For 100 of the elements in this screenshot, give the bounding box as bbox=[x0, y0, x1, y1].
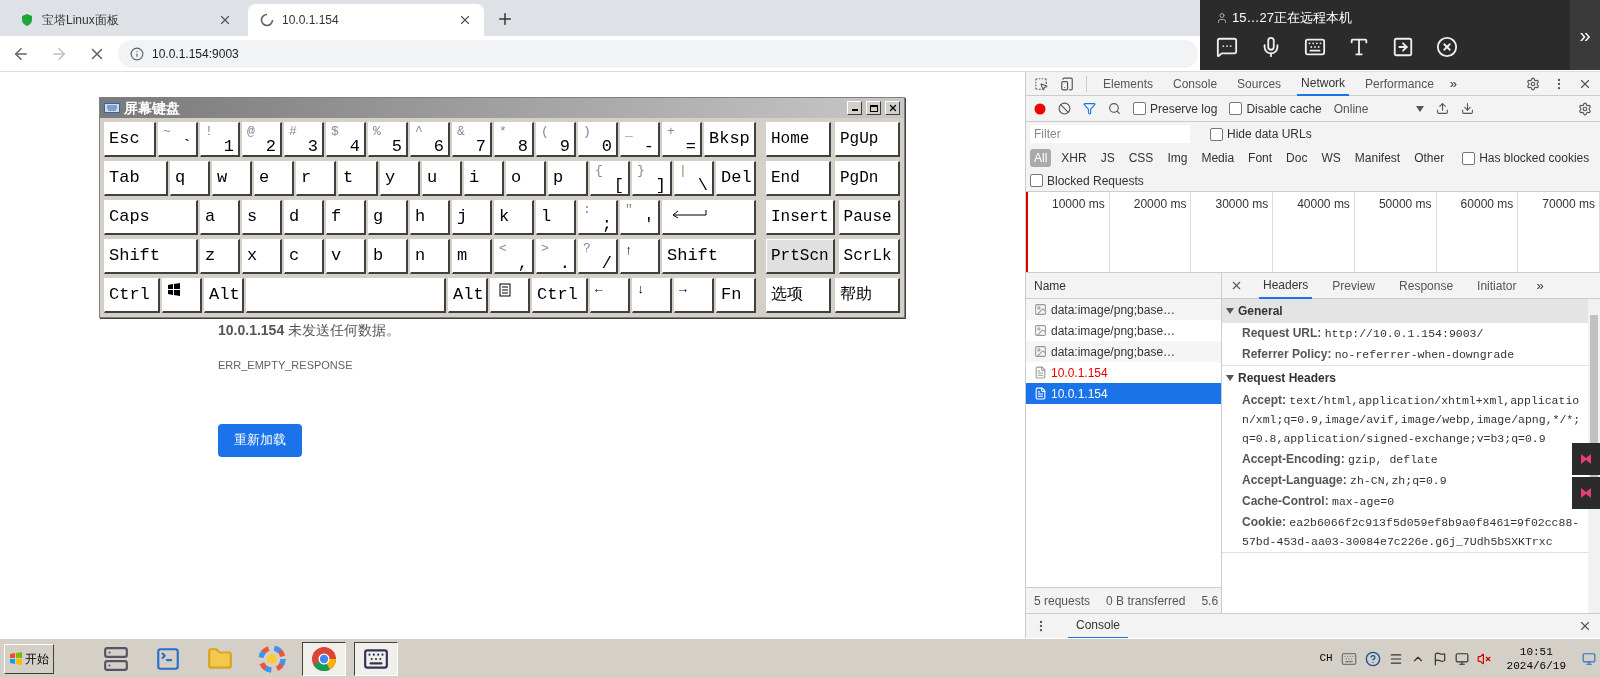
keyboard-key[interactable]: m bbox=[452, 239, 492, 274]
language-indicator[interactable]: CH bbox=[1319, 650, 1333, 667]
search-icon[interactable] bbox=[1108, 102, 1121, 115]
detail-tab[interactable]: Preview bbox=[1328, 272, 1380, 299]
keyboard-key[interactable]: c bbox=[284, 239, 324, 274]
keyboard-key[interactable]: ~ ` bbox=[158, 122, 198, 157]
keyboard-key[interactable]: i bbox=[464, 161, 504, 196]
keyboard-key[interactable]: p bbox=[548, 161, 588, 196]
taskbar-app[interactable] bbox=[354, 641, 398, 676]
bookmark-ribbon-icon[interactable] bbox=[1572, 477, 1600, 509]
checkbox[interactable] bbox=[1229, 102, 1243, 115]
keyboard-key[interactable]: $ 4 bbox=[326, 122, 366, 157]
keyboard-key[interactable]: → bbox=[674, 278, 714, 313]
keyboard-key[interactable]: & 7 bbox=[452, 122, 492, 157]
keyboard-key[interactable]: b bbox=[368, 239, 408, 274]
checkbox[interactable] bbox=[1133, 102, 1146, 115]
type-filter[interactable]: WS bbox=[1317, 149, 1345, 167]
close-button[interactable] bbox=[885, 101, 900, 115]
keyboard-key[interactable]: Esc bbox=[104, 122, 156, 157]
flag-icon[interactable] bbox=[1432, 651, 1447, 666]
keyboard-key[interactable]: Pause bbox=[838, 200, 900, 235]
keyboard-key[interactable]: y bbox=[380, 161, 420, 196]
keyboard-key[interactable]: Caps bbox=[104, 200, 198, 235]
keyboard-key[interactable]: % 5 bbox=[368, 122, 408, 157]
keyboard-key[interactable]: Insert bbox=[766, 200, 835, 235]
close-icon[interactable] bbox=[218, 13, 232, 27]
keyboard-key[interactable]: Shift bbox=[104, 239, 198, 274]
new-tab-icon[interactable] bbox=[496, 10, 514, 28]
keyboard-key[interactable]: : ; bbox=[578, 200, 618, 235]
keyboard-key[interactable]: x bbox=[242, 239, 282, 274]
filter-icon[interactable] bbox=[1083, 102, 1096, 115]
keyboard-key[interactable]: Alt bbox=[448, 278, 488, 313]
more-tabs-button[interactable]: » bbox=[1449, 73, 1458, 94]
keyboard-key[interactable] bbox=[162, 278, 202, 313]
keyboard-key[interactable]: @ 2 bbox=[242, 122, 282, 157]
keyboard-key[interactable]: End bbox=[766, 161, 831, 196]
keyboard-key[interactable]: { [ bbox=[590, 161, 630, 196]
type-filter[interactable]: XHR bbox=[1057, 149, 1091, 167]
keyboard-key[interactable]: ? / bbox=[578, 239, 618, 274]
keyboard-key[interactable]: Home bbox=[766, 122, 831, 157]
type-filter[interactable]: Other bbox=[1410, 149, 1449, 167]
devtools-tab[interactable]: Sources bbox=[1233, 71, 1286, 96]
keyboard-key[interactable]: l bbox=[536, 200, 576, 235]
request-row[interactable]: 10.0.1.154 bbox=[1026, 383, 1221, 404]
monitor-icon[interactable] bbox=[1454, 651, 1469, 666]
address-field[interactable]: 10.0.1.154:9003 bbox=[118, 39, 1198, 68]
throttling-dropdown[interactable]: Online bbox=[1333, 99, 1424, 118]
taskbar-app[interactable] bbox=[302, 641, 346, 676]
keyboard-key[interactable]: Fn bbox=[716, 278, 756, 313]
keyboard-key[interactable]: * 8 bbox=[494, 122, 534, 157]
keyboard-key[interactable]: z bbox=[200, 239, 240, 274]
speaker-muted-icon[interactable] bbox=[1476, 651, 1491, 666]
detail-tab[interactable]: Initiator bbox=[1473, 272, 1521, 299]
keyboard-key[interactable]: + = bbox=[662, 122, 702, 157]
keyboard-key[interactable]: > . bbox=[536, 239, 576, 274]
keyboard-key[interactable]: Shift bbox=[662, 239, 756, 274]
keyboard-key[interactable] bbox=[490, 278, 530, 313]
upload-icon[interactable] bbox=[1435, 102, 1449, 115]
devtools-tab[interactable]: Console bbox=[1169, 71, 1222, 96]
keyboard-key[interactable]: Bksp bbox=[704, 122, 756, 157]
type-filter[interactable]: JS bbox=[1096, 149, 1119, 167]
inspect-icon[interactable] bbox=[1034, 76, 1048, 91]
keyboard-key[interactable]: f bbox=[326, 200, 366, 235]
settings-icon[interactable] bbox=[1526, 76, 1540, 91]
keyboard-key[interactable]: d bbox=[284, 200, 324, 235]
keyboard-key[interactable]: ^ 6 bbox=[410, 122, 450, 157]
checkbox[interactable] bbox=[1210, 127, 1223, 141]
request-row[interactable]: data:image/png;base… bbox=[1026, 299, 1221, 320]
start-button[interactable]: 开始 bbox=[4, 643, 54, 674]
keyboard-key[interactable]: g bbox=[368, 200, 408, 235]
keyboard-key[interactable]: Del bbox=[716, 161, 756, 196]
clear-icon[interactable] bbox=[1058, 102, 1071, 115]
keyboard-key[interactable]: n bbox=[410, 239, 450, 274]
device-icon[interactable] bbox=[1060, 76, 1074, 91]
keyboard-key[interactable]: ↑ bbox=[620, 239, 660, 274]
keyboard-key[interactable] bbox=[662, 200, 756, 235]
keyboard-key[interactable]: a bbox=[200, 200, 240, 235]
more-tabs-button[interactable]: » bbox=[1536, 275, 1544, 296]
keyboard-key[interactable]: t bbox=[338, 161, 378, 196]
keyboard-key[interactable]: # 3 bbox=[284, 122, 324, 157]
settings-icon[interactable] bbox=[1578, 101, 1592, 116]
keyboard-key[interactable]: ↓ bbox=[632, 278, 672, 313]
keyboard-key[interactable]: | \ bbox=[674, 161, 714, 196]
detail-tab[interactable]: Response bbox=[1395, 272, 1458, 299]
keyboard-key[interactable]: 帮助 bbox=[835, 278, 900, 313]
devtools-tab[interactable]: Elements bbox=[1099, 71, 1158, 96]
checkbox[interactable] bbox=[1030, 174, 1043, 187]
close-icon[interactable] bbox=[1230, 279, 1243, 292]
keyboard-key[interactable]: q bbox=[170, 161, 210, 196]
filter-field[interactable]: Filter bbox=[1030, 125, 1190, 143]
keyboard-key[interactable]: ← bbox=[590, 278, 630, 313]
type-filter[interactable]: Doc bbox=[1282, 149, 1312, 167]
type-filter[interactable]: Manifest bbox=[1350, 149, 1405, 167]
info-icon[interactable] bbox=[130, 46, 144, 61]
keyboard-key[interactable]: Ctrl bbox=[532, 278, 588, 313]
record-icon[interactable] bbox=[1034, 102, 1046, 115]
keyboard-key[interactable]: r bbox=[296, 161, 336, 196]
chat-icon[interactable] bbox=[1216, 35, 1238, 58]
menu-icon[interactable] bbox=[1388, 651, 1403, 666]
browser-tab[interactable]: 10.0.1.154 bbox=[248, 4, 484, 36]
